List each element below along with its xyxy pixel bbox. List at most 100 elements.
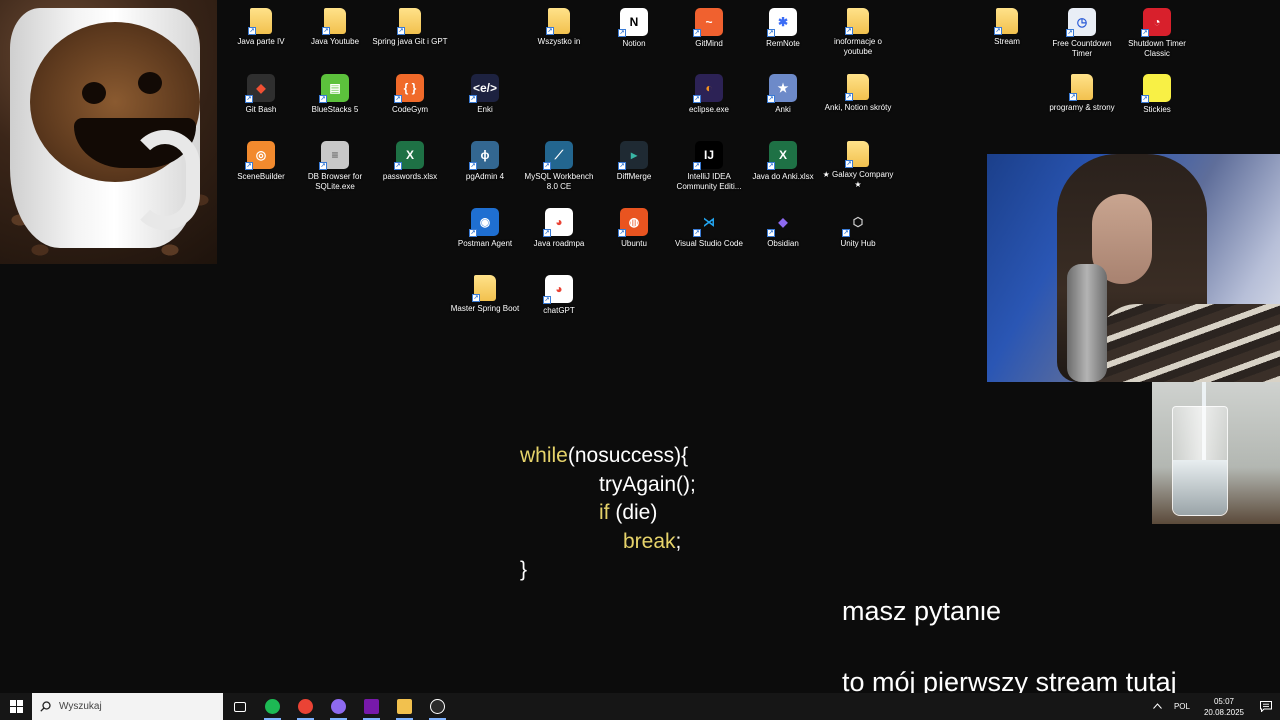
desktop-icon[interactable]: ↗ ★ Galaxy Company ★ (819, 141, 897, 190)
app-icon: ◕ ↗ (543, 208, 573, 237)
show-hidden-icons-button[interactable] (1147, 702, 1168, 711)
start-button[interactable] (0, 693, 32, 720)
shortcut-arrow-icon: ↗ (248, 27, 256, 35)
desktop-icon[interactable]: ▤ ↗ BlueStacks 5 (296, 74, 374, 115)
desktop-icon-label: RemNote (766, 39, 800, 48)
desktop-icon[interactable]: ~ ↗ GitMind (670, 8, 748, 49)
desktop-icon[interactable]: ◍ ↗ Ubuntu (595, 208, 673, 249)
desktop-icon-label: Postman Agent (457, 239, 513, 248)
desktop-icon[interactable]: ↗ Spring java Git i GPT (371, 8, 449, 47)
desktop-icon[interactable]: ◉ ↗ Postman Agent (446, 208, 524, 249)
shortcut-arrow-icon: ↗ (693, 29, 701, 37)
desktop-icon-label: Java do Anki.xlsx (752, 172, 814, 181)
desktop-icon[interactable]: ↗ Stickies (1118, 74, 1196, 115)
folder-icon: ↗ (472, 275, 496, 302)
desktop-icon[interactable]: ↗ inoformacje o youtube (819, 8, 897, 57)
desktop-icon[interactable]: ◐ ↗ eclipse.exe (670, 74, 748, 115)
desktop-icon[interactable]: ◕ ↗ Java roadmpa (520, 208, 598, 249)
desktop-icon[interactable]: ↗ Stream (968, 8, 1046, 47)
chrome-icon (298, 699, 313, 714)
desktop-icon-label: DiffMerge (616, 172, 652, 181)
app-icon: ◉ ↗ (469, 208, 499, 237)
desktop-icon-label: Stream (994, 37, 1020, 46)
desktop-icon[interactable]: X ↗ passwords.xlsx (371, 141, 449, 182)
shortcut-arrow-icon: ↗ (469, 162, 477, 170)
coffee-wallpaper-image (0, 0, 217, 264)
desktop-icon[interactable]: <e/> ↗ Enki (446, 74, 524, 115)
desktop-icon-label: ★ Galaxy Company ★ (822, 170, 894, 189)
windows-logo-icon (9, 700, 23, 713)
taskbar: Wyszukaj POL 05:07 20.08.2025 (0, 693, 1280, 720)
desktop-icon-label: Stickies (1143, 105, 1171, 114)
smiley-right-eye (138, 72, 162, 94)
shortcut-arrow-icon: ↗ (767, 29, 775, 37)
desktop-icon[interactable]: ↗ Java Youtube (296, 8, 374, 47)
taskbar-app-file-explorer[interactable] (388, 693, 421, 720)
desktop-icon[interactable]: ↗ Master Spring Boot (446, 275, 524, 314)
desktop-icon-label: eclipse.exe (688, 105, 730, 114)
app-icon: ≡ ↗ (319, 141, 349, 170)
desktop-icon[interactable]: ↗ Anki, Notion skróty (819, 74, 897, 113)
shortcut-arrow-icon: ↗ (618, 162, 626, 170)
taskbar-search-box[interactable]: Wyszukaj (32, 693, 223, 720)
desktop-icon-label: Obsidian (767, 239, 799, 248)
desktop-icon-label: SceneBuilder (237, 172, 285, 181)
app-icon: ★ ↗ (767, 74, 797, 103)
desktop-icon[interactable]: ↗ Wszystko in (520, 8, 598, 47)
shortcut-arrow-icon: ↗ (469, 229, 477, 237)
desktop-icon[interactable]: ϕ ↗ pgAdmin 4 (446, 141, 524, 182)
taskbar-app-obsidian[interactable] (322, 693, 355, 720)
shortcut-arrow-icon: ↗ (394, 95, 402, 103)
desktop-icon[interactable]: IJ ↗ IntelliJ IDEA Community Editi... (670, 141, 748, 192)
taskbar-app-onenote[interactable] (355, 693, 388, 720)
desktop-icon-label: passwords.xlsx (382, 172, 438, 181)
taskbar-app-task-view[interactable] (223, 693, 256, 720)
shortcut-arrow-icon: ↗ (693, 229, 701, 237)
desktop-icon[interactable]: ◕ ↗ chatGPT (520, 275, 598, 316)
webcam-feed (987, 154, 1280, 382)
desktop-icon[interactable]: ▸ ↗ DiffMerge (595, 141, 673, 182)
desktop-icon[interactable]: ✱ ↗ RemNote (744, 8, 822, 49)
taskbar-app-obs-studio[interactable] (421, 693, 454, 720)
desktop-icon[interactable]: ↗ programy & strony (1043, 74, 1121, 113)
notification-center-button[interactable] (1252, 701, 1280, 712)
shortcut-arrow-icon: ↗ (767, 229, 775, 237)
desktop-icon[interactable]: X ↗ Java do Anki.xlsx (744, 141, 822, 182)
app-icon: ◕ ↗ (543, 275, 573, 304)
desktop-icon[interactable]: ⋊ ↗ Visual Studio Code (670, 208, 748, 249)
desktop-icon[interactable]: ⟋ ↗ MySQL Workbench 8.0 CE (520, 141, 598, 192)
folder-icon: ↗ (845, 8, 869, 35)
desktop-icon-label: Notion (622, 39, 646, 48)
app-icon: ✱ ↗ (767, 8, 797, 37)
desktop-icon-label: Visual Studio Code (675, 239, 743, 248)
taskbar-app-chrome[interactable] (289, 693, 322, 720)
chevron-up-icon (1153, 703, 1162, 709)
language-indicator[interactable]: POL (1168, 702, 1196, 711)
app-icon: ↗ (1141, 74, 1171, 103)
desktop-icon-label: Spring java Git i GPT (372, 37, 448, 46)
search-placeholder: Wyszukaj (59, 701, 102, 712)
shortcut-arrow-icon: ↗ (394, 162, 402, 170)
task-view-icon (233, 701, 246, 712)
desktop-icon-label: Ubuntu (621, 239, 647, 248)
desktop-icon[interactable]: ◔ ↗ Shutdown Timer Classic (1118, 8, 1196, 59)
desktop-icon[interactable]: ◆ ↗ Obsidian (744, 208, 822, 249)
desktop-icon-label: pgAdmin 4 (465, 172, 505, 181)
desktop-icon[interactable]: ≡ ↗ DB Browser for SQLite.exe (296, 141, 374, 192)
search-icon (40, 701, 51, 712)
desktop-icon[interactable]: ◷ ↗ Free Countdown Timer (1043, 8, 1121, 59)
code-text: (die) (609, 501, 658, 524)
desktop-icon[interactable]: N ↗ Notion (595, 8, 673, 49)
desktop-icon[interactable]: ★ ↗ Anki (744, 74, 822, 115)
onenote-icon (364, 699, 379, 714)
code-text: tryAgain(); (599, 472, 696, 496)
desktop-icon[interactable]: ⬡ ↗ Unity Hub (819, 208, 897, 249)
file-explorer-icon (397, 699, 412, 714)
taskbar-pinned-apps (223, 693, 454, 720)
desktop-icon[interactable]: ◆ ↗ Git Bash (222, 74, 300, 115)
taskbar-app-spotify[interactable] (256, 693, 289, 720)
desktop-icon[interactable]: ↗ Java parte IV (222, 8, 300, 47)
desktop-icon[interactable]: ◎ ↗ SceneBuilder (222, 141, 300, 182)
taskbar-clock[interactable]: 05:07 20.08.2025 (1196, 696, 1252, 718)
desktop-icon[interactable]: { } ↗ CodeGym (371, 74, 449, 115)
